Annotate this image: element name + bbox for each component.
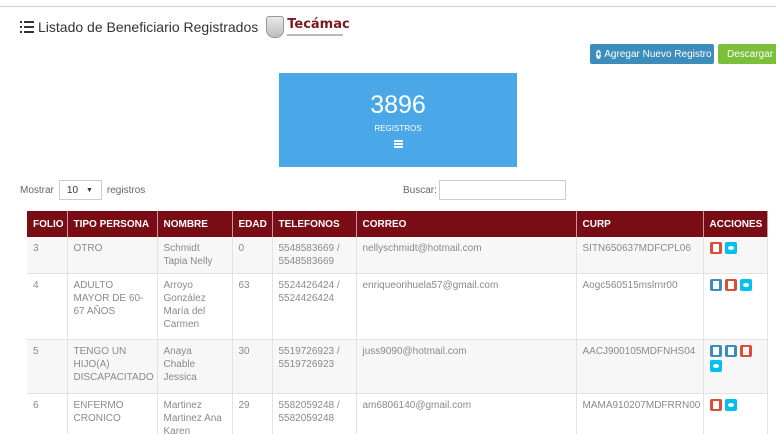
logo-tagline [287, 34, 344, 36]
folio-cell: 3 [27, 237, 68, 274]
records-stat-box: 3896 REGISTROS [279, 73, 517, 167]
eye-icon[interactable] [739, 279, 752, 291]
beneficiaries-table: FOLIO TIPO PERSONA NOMBRE EDAD TELEFONOS… [27, 211, 768, 434]
search-label: Buscar: [403, 184, 437, 196]
actions-cell [703, 393, 768, 434]
edad-cell: 63 [232, 273, 273, 340]
eye-icon[interactable] [724, 399, 737, 411]
telefonos-cell: 5548583669 / 5548583669 [272, 237, 357, 274]
add-record-label: Agregar Nuevo Registro [604, 48, 712, 60]
pdf-file-icon[interactable] [724, 279, 737, 291]
nombre-cell: Anaya Chable Jessica [157, 339, 233, 394]
list-icon [20, 21, 34, 33]
tipo-cell: OTRO [67, 237, 158, 274]
search-input[interactable] [438, 180, 566, 200]
records-suffix-label: registros [106, 184, 146, 196]
records-label: REGISTROS [374, 124, 422, 133]
correo-cell: nellyschmidt@hotmail.com [356, 237, 577, 274]
table-row: 3 OTRO Schmidt Tapia Nelly 0 5548583669 … [27, 237, 768, 274]
tecamac-logo: Tecámac [266, 16, 350, 38]
column-header[interactable]: TELEFONOS [272, 211, 357, 237]
eye-icon[interactable] [724, 242, 737, 254]
download-button[interactable]: Descargar [718, 44, 776, 64]
page-size-value: 10 [66, 184, 79, 196]
tipo-cell: TENGO UN HIJO(A) DISCAPACITADO [67, 339, 158, 394]
correo-cell: enriqueorihuela57@gmail.com [356, 273, 577, 340]
top-divider [0, 6, 776, 7]
curp-cell: Aogc560515mslrnr00 [576, 273, 704, 340]
records-count: 3896 [370, 91, 426, 119]
folio-cell: 6 [27, 393, 68, 434]
table-row: 6 ENFERMO CRONICO Martinez Martinez Ana … [27, 393, 768, 434]
search-control: Buscar: [403, 180, 566, 200]
edad-cell: 30 [232, 339, 273, 394]
telefonos-cell: 5524426424 / 5524426424 [272, 273, 357, 340]
column-header[interactable]: CORREO [356, 211, 577, 237]
tipo-cell: ADULTO MAYOR DE 60-67 AÑOS [67, 273, 158, 340]
file-icon[interactable] [709, 345, 722, 357]
column-header: ACCIONES [703, 211, 768, 237]
file-icon[interactable] [709, 279, 722, 291]
add-record-button[interactable]: + Agregar Nuevo Registro [590, 44, 714, 64]
chevron-down-icon: ▼ [86, 186, 93, 194]
telefonos-cell: 5519726923 / 5519726923 [272, 339, 357, 394]
pdf-file-icon[interactable] [739, 345, 752, 357]
page-header: Listado de Beneficiario Registrados Tecá… [20, 14, 350, 40]
curp-cell: MAMA910207MDFRRN00 [576, 393, 704, 434]
nombre-cell: Schmidt Tapia Nelly [157, 237, 233, 274]
table-header-row: FOLIO TIPO PERSONA NOMBRE EDAD TELEFONOS… [27, 211, 768, 237]
column-header[interactable]: EDAD [232, 211, 273, 237]
download-label: Descargar [727, 48, 774, 60]
column-header[interactable]: TIPO PERSONA [67, 211, 158, 237]
edad-cell: 0 [232, 237, 273, 274]
pdf-file-icon[interactable] [709, 399, 722, 411]
page-title: Listado de Beneficiario Registrados [38, 19, 259, 35]
column-header[interactable]: FOLIO [27, 211, 68, 237]
correo-cell: am6806140@gmail.com [356, 393, 577, 434]
nombre-cell: Martinez Martinez Ana Karen [157, 393, 233, 434]
logo-name: Tecámac [287, 17, 350, 32]
eye-icon[interactable] [709, 360, 722, 372]
list-icon [393, 140, 403, 148]
correo-cell: juss9090@hotmail.com [356, 339, 577, 394]
curp-cell: SITN650637MDFCPL06 [576, 237, 704, 274]
show-label: Mostrar [20, 184, 54, 196]
nombre-cell: Arroyo González María del Carmen [157, 273, 233, 340]
table-row: 5 TENGO UN HIJO(A) DISCAPACITADO Anaya C… [27, 339, 768, 394]
actions-cell [703, 339, 768, 394]
tipo-cell: ENFERMO CRONICO [67, 393, 158, 434]
actions-cell [703, 273, 768, 340]
column-header[interactable]: NOMBRE [157, 211, 233, 237]
telefonos-cell: 5582059248 / 5582059248 [272, 393, 357, 434]
folio-cell: 5 [27, 339, 68, 394]
pdf-file-icon[interactable] [709, 242, 722, 254]
actions-cell [703, 237, 768, 274]
plus-circle-icon: + [596, 48, 602, 59]
crest-icon [266, 16, 285, 38]
page-size-select[interactable]: 10 ▼ [58, 180, 102, 200]
edad-cell: 29 [232, 393, 273, 434]
file-icon[interactable] [724, 345, 737, 357]
page-size-control: Mostrar 10 ▼ registros [20, 180, 145, 200]
folio-cell: 4 [27, 273, 68, 340]
table-row: 4 ADULTO MAYOR DE 60-67 AÑOS Arroyo Gonz… [27, 273, 768, 340]
curp-cell: AACJ900105MDFNHS04 [576, 339, 704, 394]
column-header[interactable]: CURP [576, 211, 704, 237]
